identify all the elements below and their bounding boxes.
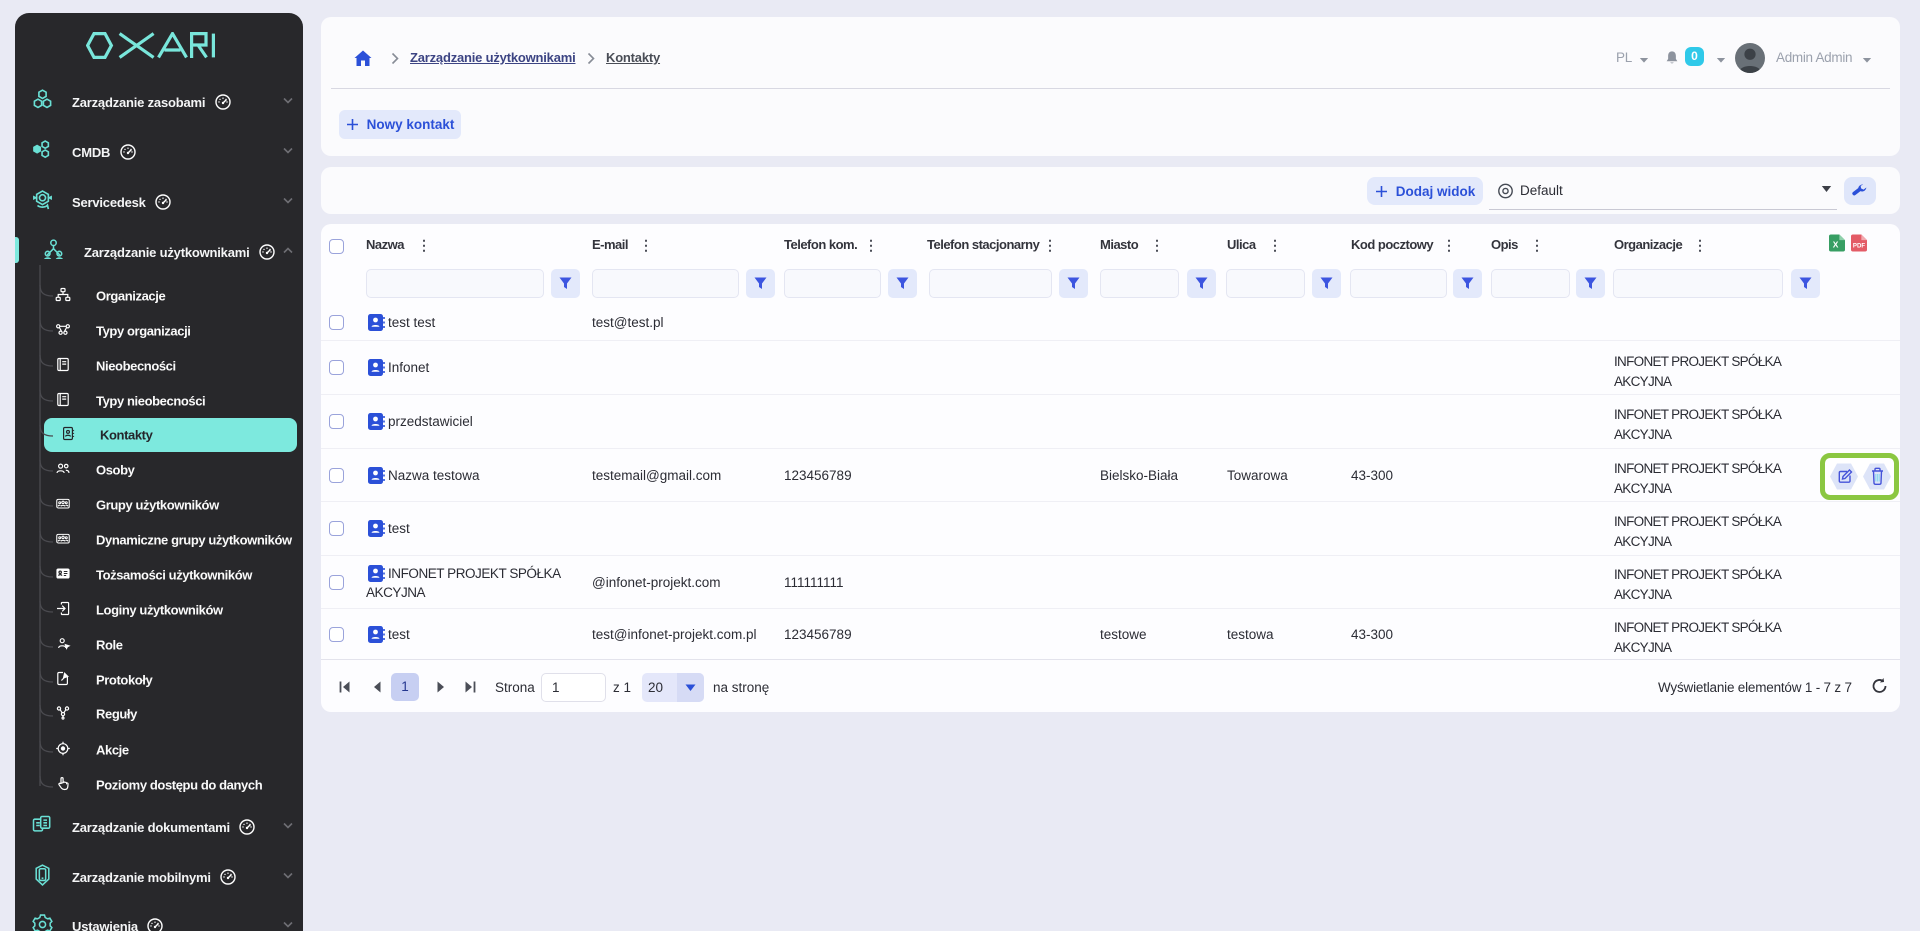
svg-text:PDF: PDF [1853, 243, 1865, 250]
svg-text:X: X [1833, 240, 1839, 250]
